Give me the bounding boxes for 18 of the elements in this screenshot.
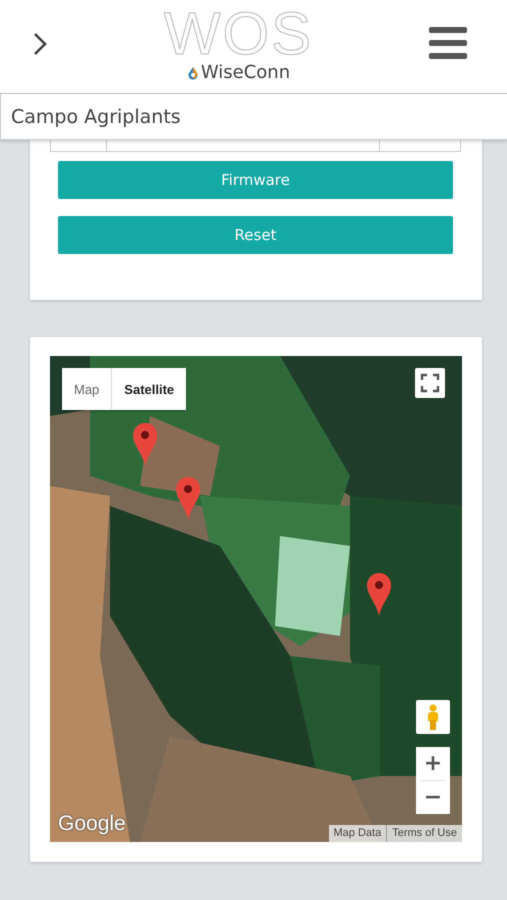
- map-pin-icon[interactable]: [175, 476, 201, 520]
- map-footer-link[interactable]: Terms of Use: [386, 825, 462, 842]
- logo-brand: WiseConn: [200, 62, 290, 84]
- map-pin-icon[interactable]: [132, 422, 158, 466]
- map-type-tab[interactable]: Satellite: [111, 368, 186, 410]
- chevron-right-icon[interactable]: [32, 32, 48, 56]
- street-view-button[interactable]: [416, 700, 450, 734]
- map-type-tab[interactable]: Map: [62, 368, 112, 410]
- map-pin-icon[interactable]: [366, 572, 392, 616]
- provider-logo: Google: [58, 812, 126, 836]
- droplet-icon: [186, 66, 199, 80]
- location-name: Campo Agriplants: [11, 106, 181, 128]
- logo-title: WOS: [164, 6, 314, 62]
- menu-icon[interactable]: [428, 26, 467, 58]
- fullscreen-button[interactable]: [415, 368, 445, 398]
- person-icon: [426, 704, 440, 730]
- map-footer-link[interactable]: Map Data: [328, 825, 386, 842]
- fullscreen-icon: [420, 373, 440, 393]
